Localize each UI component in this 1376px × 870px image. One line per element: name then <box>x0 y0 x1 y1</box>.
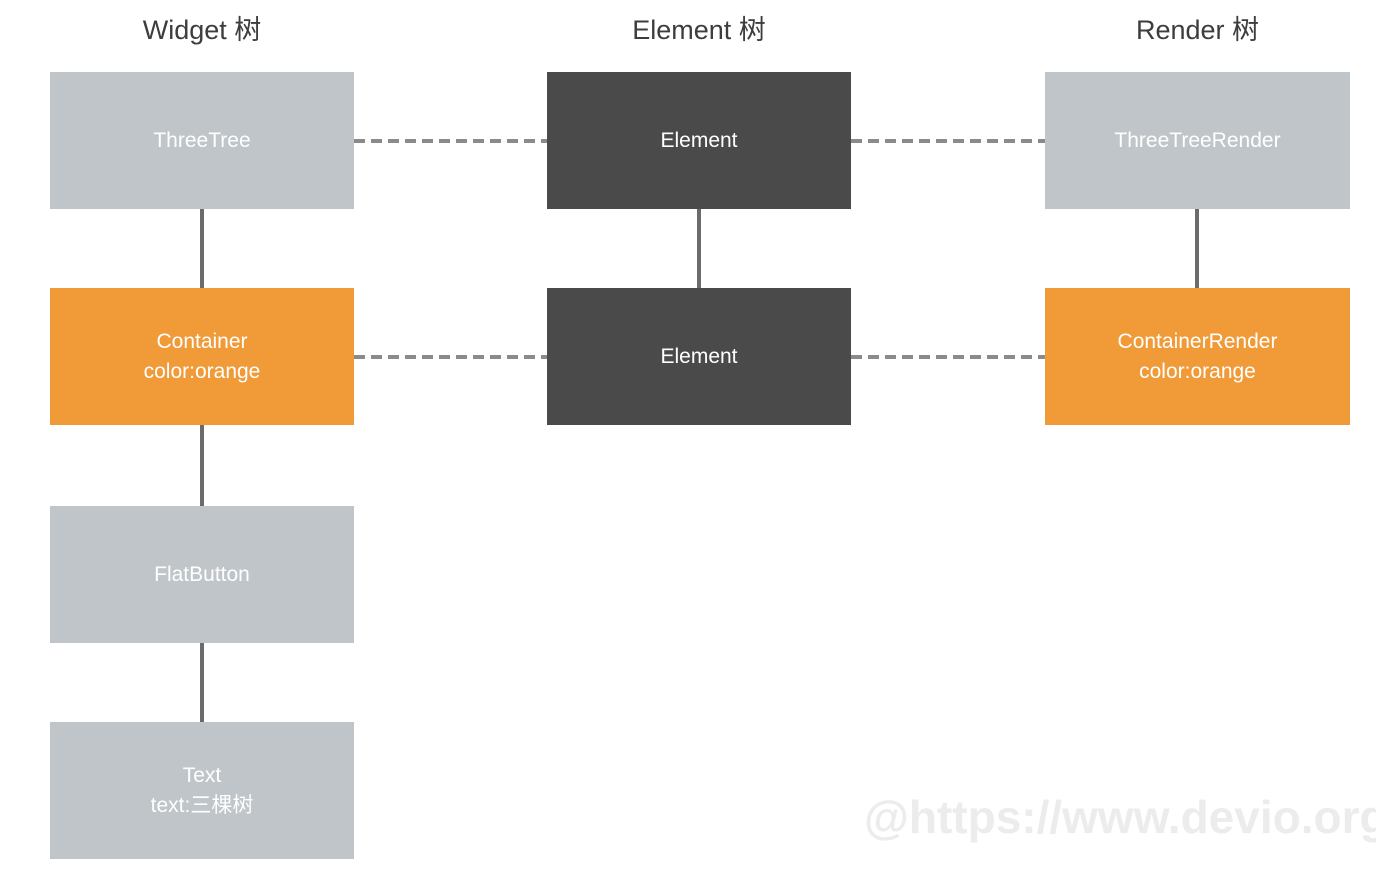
link-element-render-row1 <box>851 139 1045 143</box>
node-widget-container[interactable]: Container color:orange <box>50 288 354 425</box>
node-widget-text[interactable]: Text text:三棵树 <box>50 722 354 859</box>
node-label-primary: FlatButton <box>154 562 250 586</box>
node-label-secondary: color:orange <box>143 359 261 383</box>
node-label-secondary: color:orange <box>1139 359 1256 383</box>
link-widget-element-row1 <box>354 139 547 143</box>
node-label-primary: Element <box>660 128 738 152</box>
node-render-containerrender[interactable]: ContainerRender color:orange <box>1045 288 1350 425</box>
node-label-primary: ThreeTree <box>153 128 251 152</box>
node-widget-threetree[interactable]: ThreeTree <box>50 72 354 209</box>
node-label-primary: ThreeTreeRender <box>1114 128 1281 152</box>
diagram-canvas: Widget 树 Element 树 Render 树 ThreeTree Co… <box>0 0 1376 870</box>
link-widget-element-row2 <box>354 355 547 359</box>
node-label-secondary: text:三棵树 <box>150 793 254 817</box>
node-label-primary: Container <box>156 329 248 353</box>
node-render-threetreerender[interactable]: ThreeTreeRender <box>1045 72 1350 209</box>
watermark-text: @https://www.devio.org <box>864 791 1376 843</box>
connector-widget-flatbutton-text <box>200 639 204 726</box>
node-element-top[interactable]: Element <box>547 72 851 209</box>
node-widget-flatbutton[interactable]: FlatButton <box>50 506 354 643</box>
node-element-bottom[interactable]: Element <box>547 288 851 425</box>
connector-widget-container-flatbutton <box>200 421 204 510</box>
node-label-primary: Element <box>660 344 738 368</box>
column-header-render: Render 树 <box>1135 15 1260 45</box>
node-label-primary: ContainerRender <box>1117 329 1278 353</box>
link-element-render-row2 <box>851 355 1045 359</box>
column-header-element: Element 树 <box>632 15 766 45</box>
connector-render-threetreerender-containerrender <box>1195 205 1199 293</box>
connector-widget-threetree-container <box>200 205 204 293</box>
node-label-primary: Text <box>182 763 222 787</box>
column-header-widget: Widget 树 <box>142 15 262 45</box>
connector-element-top-bottom <box>697 205 701 293</box>
